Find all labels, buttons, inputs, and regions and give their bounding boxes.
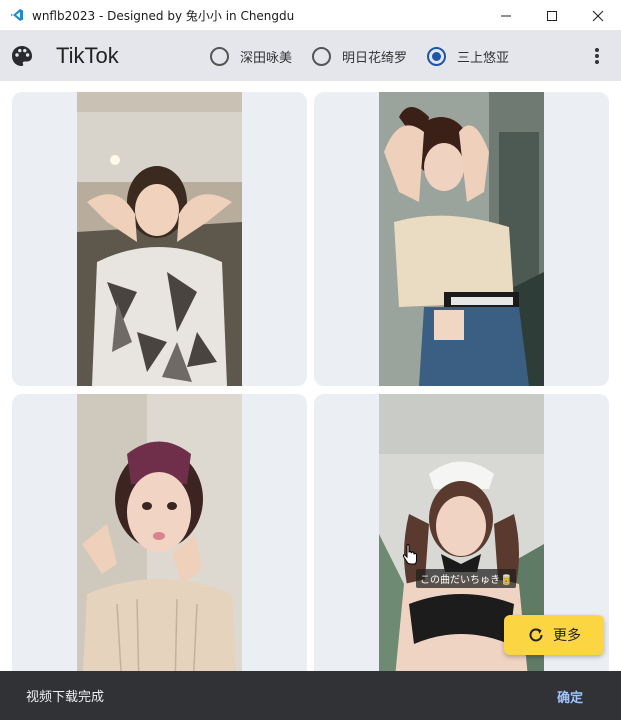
- snackbar: 视频下载完成 确定: [0, 671, 621, 720]
- minimize-icon[interactable]: [483, 0, 529, 31]
- close-icon[interactable]: [575, 0, 621, 31]
- maximize-icon[interactable]: [529, 0, 575, 31]
- load-more-label: 更多: [553, 628, 581, 644]
- vscode-icon: [10, 8, 24, 22]
- video-card[interactable]: [12, 92, 307, 386]
- more-vert-icon[interactable]: [585, 44, 609, 68]
- video-grid: この曲だいちゅき🥫: [0, 81, 621, 671]
- app-bar: TikTok 深田咏美 明日花绮罗 三上悠亚: [0, 31, 621, 81]
- radio-label: 三上悠亚: [457, 50, 510, 66]
- radio-button[interactable]: [210, 46, 229, 66]
- snackbar-confirm-button[interactable]: 确定: [557, 687, 583, 706]
- video-card[interactable]: [314, 92, 609, 386]
- video-card[interactable]: [12, 394, 307, 671]
- radio-option-fukada[interactable]: 深田咏美: [210, 46, 293, 66]
- video-thumbnail[interactable]: [77, 92, 242, 386]
- radio-selected-dot: [432, 51, 442, 61]
- video-caption: この曲だいちゅき🥫: [416, 569, 517, 588]
- radio-button-selected[interactable]: [427, 46, 447, 66]
- video-thumbnail[interactable]: [379, 92, 544, 386]
- radio-option-mikami[interactable]: 三上悠亚: [427, 46, 510, 66]
- window-title: wnflb2023 - Designed by 兔小小 in Chengdu: [32, 8, 295, 23]
- video-thumbnail[interactable]: [77, 394, 242, 671]
- palette-icon[interactable]: [10, 44, 34, 68]
- load-more-button[interactable]: 更多: [504, 615, 604, 655]
- radio-label: 明日花绮罗: [342, 50, 408, 66]
- refresh-icon: [527, 626, 545, 644]
- actress-radio-group: 深田咏美 明日花绮罗 三上悠亚: [210, 31, 529, 81]
- cursor-icon: [402, 544, 418, 570]
- window-titlebar: wnflb2023 - Designed by 兔小小 in Chengdu: [0, 0, 621, 31]
- radio-option-asuka[interactable]: 明日花绮罗: [312, 46, 408, 66]
- radio-label: 深田咏美: [240, 50, 293, 66]
- app-title: TikTok: [56, 43, 119, 68]
- radio-button[interactable]: [312, 46, 332, 66]
- snackbar-message: 视频下载完成: [26, 690, 105, 705]
